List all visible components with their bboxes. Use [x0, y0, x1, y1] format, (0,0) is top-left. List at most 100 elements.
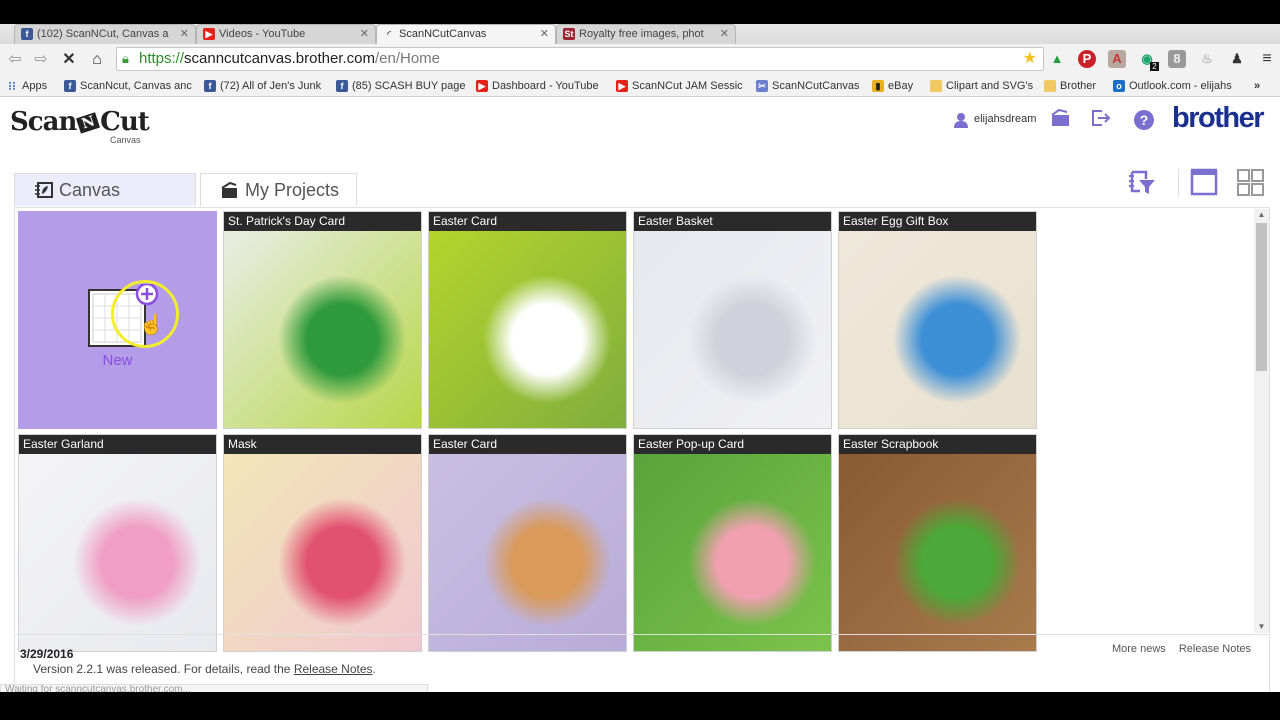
browser-tab-label: Royalty free images, phot [579, 28, 704, 40]
scanncut-canvas-logo[interactable]: Scan N Cut Canvas [10, 107, 150, 145]
youtube-icon: ▶ [476, 80, 488, 92]
bookmark-item[interactable]: ▶ Dashboard - YouTube [476, 77, 599, 95]
bookmark-item[interactable]: f (85) SCASH BUY page [336, 77, 466, 95]
extension-icon[interactable]: ♟ [1228, 50, 1246, 68]
outlook-icon: o [1113, 80, 1125, 92]
scrollbar-thumb[interactable] [1256, 223, 1267, 371]
open-folder-icon[interactable] [1050, 108, 1072, 131]
template-tile[interactable]: Easter Pop-up Card [633, 434, 832, 652]
bookmark-item[interactable]: Clipart and SVG's [930, 77, 1033, 95]
bookmarks-overflow-button[interactable]: » [1254, 77, 1260, 95]
template-tile[interactable]: Easter Card [428, 211, 627, 429]
bookmark-item[interactable]: f ScanNcut, Canvas anc [64, 77, 192, 95]
large-view-icon[interactable] [1190, 167, 1218, 197]
template-tile[interactable]: Easter Basket [633, 211, 832, 429]
template-thumbnail [839, 454, 1036, 651]
new-project-tile[interactable]: ☝ New [18, 211, 217, 429]
brother-logo[interactable]: brother [1172, 102, 1265, 135]
shutterstock-icon: St [563, 28, 575, 40]
filter-icon[interactable] [1128, 167, 1156, 197]
java-icon[interactable]: ♨ [1198, 50, 1216, 68]
template-tile[interactable]: Easter Egg Gift Box [838, 211, 1037, 429]
bookmark-item[interactable]: ✂ ScanNCutCanvas [756, 77, 859, 95]
template-title: Easter Garland [19, 435, 216, 454]
tab-my-projects[interactable]: My Projects [200, 173, 357, 206]
facebook-icon: f [21, 28, 33, 40]
release-notes-link[interactable]: Release Notes [1179, 643, 1251, 655]
template-tile[interactable]: Easter Garland [18, 434, 217, 652]
loading-icon: ◜ [387, 29, 391, 39]
template-thumbnail [224, 454, 421, 651]
tab-canvas-project[interactable]: Canvas Project [14, 173, 196, 232]
template-title: Mask [224, 435, 421, 454]
template-tile[interactable]: Easter Scrapbook [838, 434, 1037, 652]
grid-scrollbar[interactable]: ▲ ▼ [1254, 209, 1269, 633]
tab-label: My Projects [245, 180, 340, 200]
bookmark-item[interactable]: f (72) All of Jen's Junk [204, 77, 321, 95]
news-message: Version 2.2.1 was released. For details,… [33, 662, 376, 676]
close-tab-icon[interactable]: ✕ [540, 25, 549, 43]
home-icon[interactable]: ⌂ [86, 49, 108, 71]
scroll-down-arrow-icon[interactable]: ▼ [1254, 621, 1269, 633]
browser-tab-active[interactable]: ◜ ScanNCutCanvas ✕ [376, 24, 556, 44]
pinterest-icon[interactable]: P [1078, 50, 1096, 68]
forward-arrow-icon[interactable]: ⇨ [30, 49, 52, 71]
new-label: New [102, 352, 133, 369]
logout-icon[interactable] [1090, 109, 1112, 131]
template-tile[interactable]: Easter Card [428, 434, 627, 652]
facebook-icon: f [336, 80, 348, 92]
close-tab-icon[interactable]: ✕ [360, 25, 369, 43]
scroll-up-arrow-icon[interactable]: ▲ [1254, 209, 1269, 221]
bookmark-item[interactable]: Brother [1044, 77, 1096, 95]
browser-tab[interactable]: f (102) ScanNCut, Canvas a ✕ [14, 24, 196, 44]
address-bar[interactable]: 🔒︎ https://scanncutcanvas.brother.com/en… [116, 47, 1044, 71]
browser-status-bar: Waiting for scanncutcanvas.brother.com..… [0, 684, 428, 692]
facebook-icon: f [204, 80, 216, 92]
template-thumbnail [19, 454, 216, 651]
folder-icon [930, 80, 942, 92]
bookmark-item[interactable]: o Outlook.com - elijahs [1113, 77, 1232, 95]
grid-view-icon[interactable] [1236, 167, 1264, 197]
google-drive-icon[interactable]: ▲ [1048, 50, 1066, 68]
url-scheme: https:// [139, 50, 185, 67]
template-thumbnail [429, 454, 626, 651]
bookmark-item[interactable]: ▮ eBay [872, 77, 913, 95]
browser-tab[interactable]: ▶ Videos - YouTube ✕ [196, 24, 376, 44]
close-tab-icon[interactable]: ✕ [180, 25, 189, 43]
bookmark-star-icon[interactable]: ★ [1023, 48, 1037, 70]
template-title: Easter Basket [634, 212, 831, 231]
template-title: St. Patrick's Day Card [224, 212, 421, 231]
back-arrow-icon[interactable]: ⇦ [4, 49, 26, 71]
project-grid: ☝ New St. Patrick's Day Card Easter Card E… [14, 207, 1270, 652]
bookmark-item[interactable]: ⁝⁝ Apps [6, 77, 47, 95]
more-news-link[interactable]: More news [1112, 643, 1166, 655]
bookmark-item[interactable]: ▶ ScanNCut JAM Sessic [616, 77, 743, 95]
acrobat-icon[interactable]: A [1108, 50, 1126, 68]
template-thumbnail [634, 231, 831, 428]
google-icon[interactable]: 8 [1168, 50, 1186, 68]
folder-icon [1044, 80, 1056, 92]
extension-badge: 2 [1150, 62, 1159, 71]
template-tile[interactable]: Mask [223, 434, 422, 652]
template-title: Easter Card [429, 435, 626, 454]
scanncut-icon: ✂ [756, 80, 768, 92]
username: elijahsdream [974, 113, 1037, 125]
facebook-icon: f [64, 80, 76, 92]
stop-loading-icon[interactable]: ✕ [58, 49, 80, 71]
template-thumbnail [839, 231, 1036, 428]
user-account[interactable]: elijahsdream [952, 110, 1036, 128]
menu-icon[interactable]: ≡ [1258, 50, 1276, 68]
news-date: 3/29/2016 [20, 647, 74, 661]
close-tab-icon[interactable]: ✕ [720, 25, 729, 43]
help-icon[interactable]: ? [1134, 110, 1154, 130]
browser-tab[interactable]: St Royalty free images, phot ✕ [556, 24, 736, 44]
user-icon [954, 113, 968, 128]
template-tile[interactable]: St. Patrick's Day Card [223, 211, 422, 429]
browser-tab-label: (102) ScanNCut, Canvas a [37, 28, 169, 40]
release-notes-link[interactable]: Release Notes [294, 662, 373, 676]
template-title: Easter Card [429, 212, 626, 231]
url-path: /en/Home [374, 50, 441, 67]
bookmarks-bar: ⁝⁝ Apps f ScanNcut, Canvas anc f (72) All o… [0, 75, 1280, 97]
divider [1178, 169, 1179, 197]
open-folder-icon [221, 182, 237, 198]
